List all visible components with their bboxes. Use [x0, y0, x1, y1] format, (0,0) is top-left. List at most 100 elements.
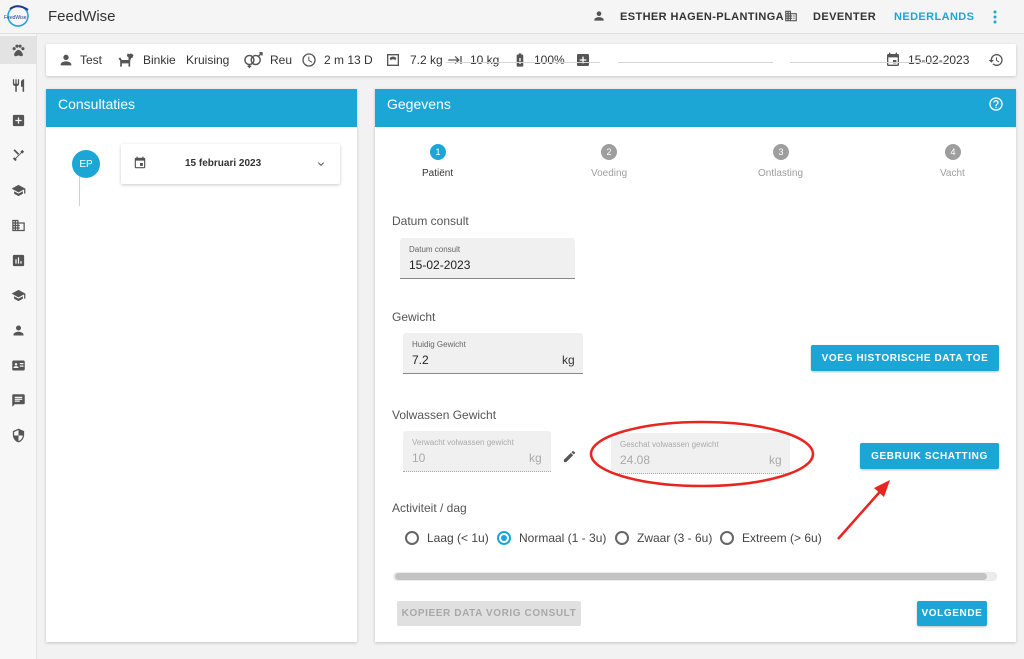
- arrow-to-end-icon: [448, 56, 462, 64]
- step-connector: [618, 62, 773, 63]
- current-weight-label: Huidig Gewicht: [412, 340, 466, 349]
- adult-weight-section: Volwassen Gewicht: [392, 408, 497, 422]
- target-weight: 10 kg: [470, 53, 500, 67]
- details-title: Gegevens: [375, 89, 1016, 127]
- person-icon: [60, 54, 72, 66]
- step-connector: [790, 62, 945, 63]
- app-title: FeedWise: [48, 8, 116, 25]
- pet-age: 2 m 13 D: [324, 53, 373, 67]
- feedwise-logo[interactable]: FeedWise: [2, 4, 34, 28]
- consultations-title: Consultaties: [46, 89, 357, 127]
- step-connector: [446, 62, 600, 63]
- chart-icon: [12, 254, 24, 266]
- step-4-circle[interactable]: 4: [945, 144, 961, 160]
- building-icon: [11, 219, 25, 231]
- next-button[interactable]: VOLGENDE: [917, 601, 987, 626]
- activity-section: Activiteit / dag: [392, 501, 467, 515]
- scrollbar-thumb[interactable]: [395, 573, 987, 580]
- calendar-icon: [887, 52, 899, 66]
- sidebar-item-medical[interactable]: [0, 106, 36, 134]
- add-history-button[interactable]: VOEG HISTORISCHE DATA TOE: [811, 345, 999, 371]
- step-1-label[interactable]: Patiënt: [422, 168, 453, 179]
- pet-name: Binkie: [143, 53, 176, 67]
- user-name[interactable]: ESTHER HAGEN-PLANTINGA: [620, 11, 784, 23]
- add-box-icon[interactable]: [575, 52, 591, 68]
- person-icon: [13, 325, 23, 335]
- shield-icon: [12, 428, 24, 442]
- sidebar-item-courses[interactable]: [0, 281, 36, 309]
- current-weight-field[interactable]: Huidig Gewicht 7.2 kg: [403, 333, 583, 374]
- school-icon: [11, 184, 25, 196]
- horizontal-scrollbar[interactable]: [393, 572, 997, 581]
- step-4-label[interactable]: Vacht: [940, 168, 965, 179]
- radio-button[interactable]: [615, 531, 629, 545]
- scale-icon: [387, 54, 399, 66]
- expected-weight-label: Verwacht volwassen gewicht: [412, 438, 514, 447]
- activity-low-label: Laag (< 1u): [427, 531, 489, 545]
- sidebar-item-clinics[interactable]: [0, 211, 36, 239]
- estimated-weight-unit: kg: [769, 453, 782, 467]
- fork-knife-icon: [12, 78, 24, 92]
- expected-weight-value: 10: [412, 451, 426, 465]
- id-card-icon: [11, 360, 25, 370]
- step-3-circle[interactable]: 3: [773, 144, 789, 160]
- consult-date-label: Datum consult: [409, 245, 461, 254]
- expected-adult-weight-field[interactable]: Verwacht volwassen gewicht 10 kg: [403, 431, 551, 472]
- radio-button[interactable]: [405, 531, 419, 545]
- tools-icon: [12, 148, 24, 161]
- gender-icon: [244, 52, 263, 69]
- consultation-card[interactable]: 15 februari 2023: [121, 144, 340, 184]
- edit-pencil-icon[interactable]: [562, 449, 577, 464]
- patient-info-bar: Test Binkie Kruising Reu 2 m 13 D 7.2 kg…: [46, 44, 1016, 76]
- help-icon[interactable]: [988, 96, 1004, 112]
- sidebar-item-nutrition[interactable]: [0, 71, 36, 99]
- sidebar: [0, 34, 37, 659]
- medical-plus-icon: [12, 114, 24, 126]
- weight-section: Gewicht: [392, 310, 436, 324]
- step-3-label[interactable]: Ontlasting: [758, 168, 803, 179]
- chevron-down-icon[interactable]: [315, 158, 327, 170]
- sidebar-item-messages[interactable]: [0, 386, 36, 414]
- radio-button-selected[interactable]: [497, 531, 511, 545]
- clinic-location[interactable]: DEVENTER: [813, 11, 876, 23]
- activity-extreme-label: Extreem (> 6u): [742, 531, 822, 545]
- copy-previous-consult-button[interactable]: KOPIEER DATA VORIG CONSULT: [397, 601, 581, 626]
- activity-heavy-label: Zwaar (3 - 6u): [637, 531, 713, 545]
- radio-button[interactable]: [720, 531, 734, 545]
- avatar: EP: [72, 150, 100, 178]
- more-vert-icon[interactable]: [990, 9, 1000, 25]
- battery-icon: [516, 53, 524, 67]
- dog-icon: [118, 53, 134, 67]
- step-2-circle[interactable]: 2: [601, 144, 617, 160]
- history-icon[interactable]: [988, 52, 1004, 68]
- paw-icon: [12, 44, 24, 56]
- top-bar: FeedWise FeedWise ESTHER HAGEN-PLANTINGA…: [0, 0, 1024, 34]
- sidebar-item-reports[interactable]: [0, 246, 36, 274]
- chat-icon: [11, 393, 25, 407]
- building-icon: [785, 10, 797, 22]
- language-selector[interactable]: NEDERLANDS: [894, 11, 974, 23]
- estimated-weight-value: 24.08: [620, 453, 651, 467]
- svg-text:FeedWise: FeedWise: [4, 15, 27, 21]
- pet-sex: Reu: [270, 53, 293, 67]
- step-2-label[interactable]: Voeding: [591, 168, 627, 179]
- sidebar-item-patients[interactable]: [0, 36, 36, 64]
- estimated-weight-label: Geschat volwassen gewicht: [620, 440, 719, 449]
- pet-breed: Kruising: [186, 53, 230, 67]
- body-condition: 100%: [534, 53, 565, 67]
- current-weight-value: 7.2: [412, 353, 429, 367]
- sidebar-item-contacts[interactable]: [0, 351, 36, 379]
- consult-date-field[interactable]: Datum consult 15-02-2023: [400, 238, 575, 279]
- school-icon: [11, 289, 25, 301]
- sidebar-item-tools[interactable]: [0, 141, 36, 169]
- sidebar-item-users[interactable]: [0, 316, 36, 344]
- expected-weight-unit: kg: [529, 451, 542, 465]
- current-weight-unit: kg: [562, 353, 575, 367]
- sidebar-item-education[interactable]: [0, 176, 36, 204]
- sidebar-item-security[interactable]: [0, 421, 36, 449]
- step-1-circle[interactable]: 1: [430, 144, 446, 160]
- consult-date-value: 15-02-2023: [409, 258, 471, 272]
- consultation-date: 15 februari 2023: [185, 158, 262, 169]
- clock-icon: [302, 53, 316, 67]
- use-estimate-button[interactable]: GEBRUIK SCHATTING: [860, 443, 999, 469]
